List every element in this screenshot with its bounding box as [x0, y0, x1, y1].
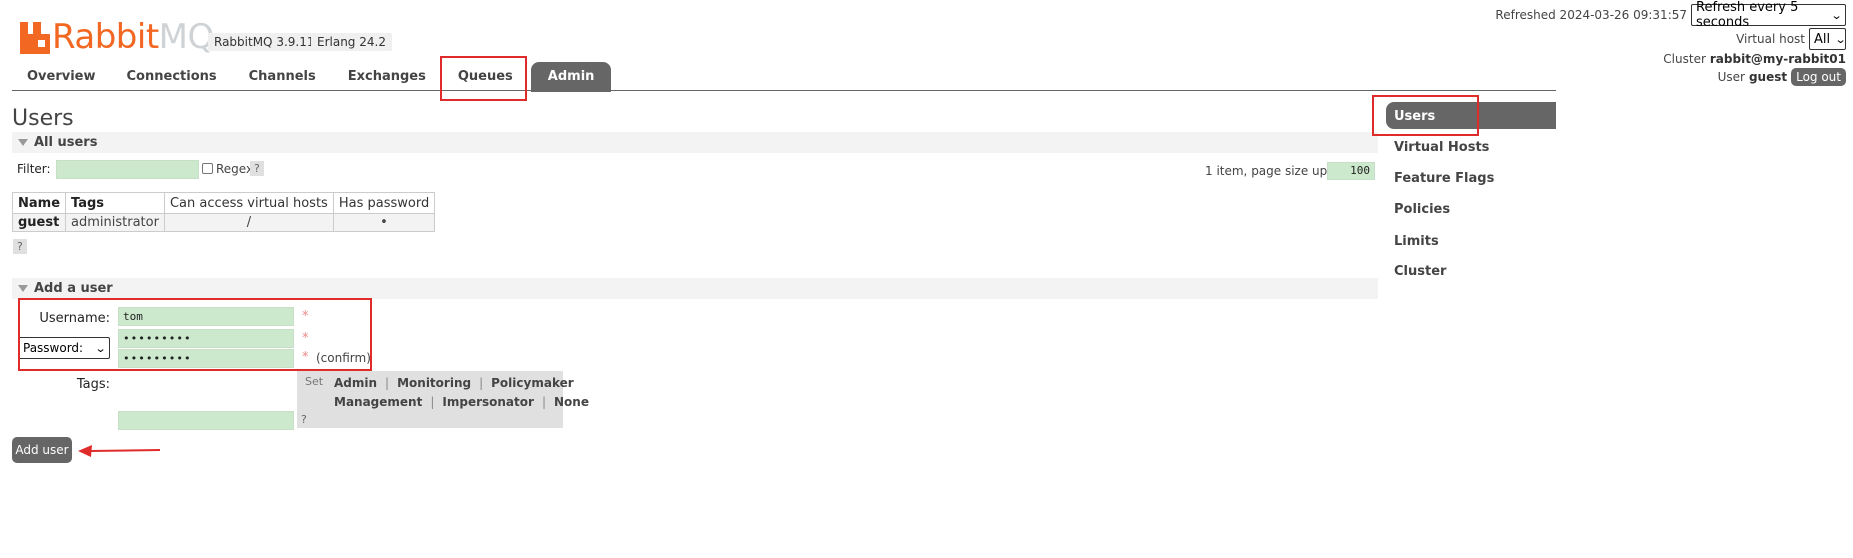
table-row: guest administrator / •	[11, 213, 436, 232]
user-name-link[interactable]: guest	[11, 213, 67, 232]
current-user: guest	[1748, 70, 1788, 84]
tag-separator: |	[479, 376, 484, 390]
cluster-name: rabbit@my-rabbit01	[1709, 52, 1846, 66]
logo-text-rabbit: Rabbit	[52, 17, 159, 57]
logout-button[interactable]: Log out	[1791, 68, 1846, 86]
chevron-down-icon: ⌄	[1830, 8, 1843, 22]
tab-exchanges[interactable]: Exchanges	[332, 62, 442, 92]
add-user-section-label: Add a user	[34, 281, 113, 296]
all-users-section-header[interactable]: All users	[12, 132, 1378, 153]
refresh-interval-select[interactable]: Refresh every 5 seconds ⌄	[1691, 0, 1846, 30]
erlang-version-badge: Erlang 24.2	[311, 33, 392, 51]
column-header-has-password: Has password	[332, 192, 436, 214]
annotation-box-users-sidebar	[1372, 95, 1479, 136]
add-user-section-header[interactable]: Add a user	[12, 278, 1378, 299]
tag-presets-row-2: Management | Impersonator | None	[334, 395, 589, 409]
regex-checkbox[interactable]	[202, 163, 213, 174]
tag-presets-panel: Set Admin | Monitoring | Policymaker Man…	[297, 371, 589, 428]
tag-option-none[interactable]: None	[554, 395, 589, 409]
filter-help-icon[interactable]: ?	[250, 161, 264, 176]
tag-option-policymaker[interactable]: Policymaker	[491, 376, 574, 390]
tag-presets-row-1: Admin | Monitoring | Policymaker	[334, 376, 574, 390]
tag-option-impersonator[interactable]: Impersonator	[442, 395, 534, 409]
sidebar-item-virtual-hosts[interactable]: Virtual Hosts	[1394, 140, 1489, 155]
collapse-arrow-icon	[18, 285, 28, 292]
regex-label: Regex	[216, 162, 254, 176]
tag-separator: |	[541, 395, 546, 409]
column-header-name[interactable]: Name	[11, 192, 67, 214]
tags-input[interactable]	[118, 411, 294, 430]
refresh-row: Refreshed 2024-03-26 09:31:57 Refresh ev…	[1495, 0, 1846, 30]
sidebar-item-cluster[interactable]: Cluster	[1394, 264, 1446, 279]
user-vhosts-cell: /	[163, 213, 334, 232]
filter-input[interactable]	[56, 160, 199, 179]
tab-divider	[12, 90, 1556, 91]
annotation-box-user-form	[18, 298, 372, 371]
paging-label: 1 item, page size up to	[1205, 164, 1344, 178]
cluster-label: Cluster	[1663, 52, 1706, 66]
page-title: Users	[12, 106, 74, 131]
tag-separator: |	[430, 395, 435, 409]
tag-option-management[interactable]: Management	[334, 395, 422, 409]
tab-connections[interactable]: Connections	[111, 62, 233, 92]
cluster-row: Cluster rabbit@my-rabbit01	[1663, 52, 1846, 66]
tag-option-admin[interactable]: Admin	[334, 376, 377, 390]
column-header-vhosts: Can access virtual hosts	[163, 192, 334, 214]
tab-channels[interactable]: Channels	[233, 62, 332, 92]
annotation-arrow-icon	[78, 445, 161, 457]
rabbitmq-logo-icon	[20, 22, 50, 54]
rabbitmq-version-badge: RabbitMQ 3.9.11	[208, 33, 321, 51]
user-label: User	[1717, 70, 1745, 84]
tag-separator: |	[385, 376, 390, 390]
add-user-button[interactable]: Add user	[12, 437, 72, 463]
page-size-input[interactable]: 100	[1327, 162, 1375, 180]
sidebar-item-limits[interactable]: Limits	[1394, 234, 1439, 249]
tags-set-label: Set	[305, 375, 324, 388]
vhost-value: All	[1814, 31, 1831, 47]
vhost-label: Virtual host	[1736, 32, 1805, 46]
user-tags-cell: administrator	[65, 213, 165, 232]
column-header-tags[interactable]: Tags	[65, 192, 165, 214]
user-has-password-cell: •	[332, 213, 436, 232]
refreshed-timestamp: Refreshed 2024-03-26 09:31:57	[1495, 8, 1687, 22]
annotation-box-admin-tab	[440, 56, 527, 101]
rabbitmq-logo: RabbitMQTM	[20, 14, 230, 54]
tags-label: Tags:	[76, 377, 110, 392]
refresh-interval-value: Refresh every 5 seconds	[1696, 0, 1799, 30]
sidebar-item-policies[interactable]: Policies	[1394, 202, 1450, 217]
table-header-row: Name Tags Can access virtual hosts Has p…	[11, 192, 436, 214]
tab-overview[interactable]: Overview	[12, 62, 111, 92]
tags-help-icon[interactable]: ?	[301, 413, 307, 426]
users-table-help-icon[interactable]: ?	[13, 239, 27, 254]
vhost-row: Virtual host All ⌄	[1736, 28, 1847, 50]
filter-label: Filter:	[17, 162, 51, 176]
chevron-down-icon: ⌄	[1834, 32, 1847, 46]
all-users-section-label: All users	[34, 135, 98, 150]
logo-text-mq: MQ	[158, 17, 215, 57]
vhost-select[interactable]: All ⌄	[1809, 28, 1847, 50]
collapse-arrow-icon	[18, 139, 28, 146]
sidebar-item-feature-flags[interactable]: Feature Flags	[1394, 171, 1494, 186]
user-row: User guest Log out	[1718, 68, 1846, 86]
tab-admin[interactable]: Admin	[530, 62, 612, 92]
tag-option-monitoring[interactable]: Monitoring	[397, 376, 471, 390]
users-table: Name Tags Can access virtual hosts Has p…	[11, 192, 436, 232]
